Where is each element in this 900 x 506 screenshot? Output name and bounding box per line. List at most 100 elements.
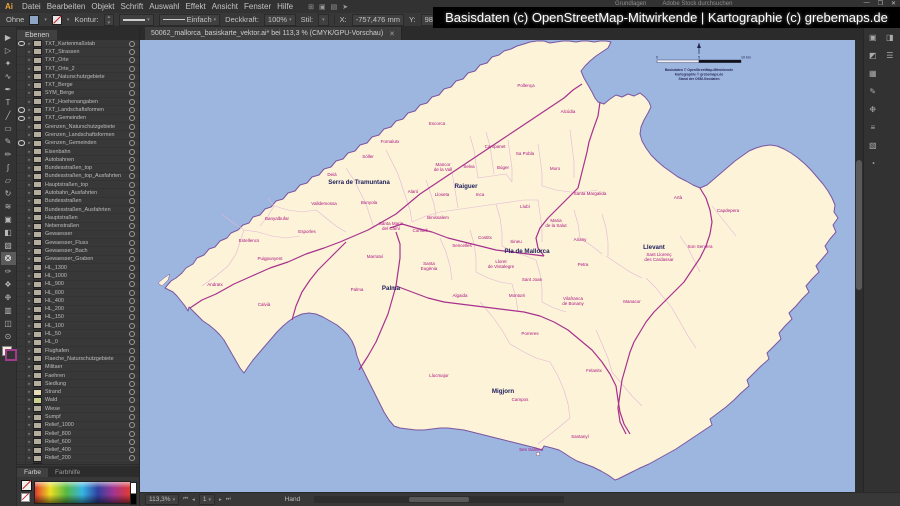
layer-row[interactable]: ▸Relief_150	[17, 463, 139, 464]
expand-arrow-icon[interactable]: ▸	[26, 447, 33, 453]
layer-row[interactable]: ▸Nebenstraßen	[17, 223, 139, 231]
layer-row[interactable]: ▸Bundesstraßen	[17, 198, 139, 206]
layer-row[interactable]: ▸Wiese	[17, 405, 139, 413]
visibility-eye-icon[interactable]	[17, 297, 26, 304]
layer-name[interactable]: HL_600	[45, 290, 129, 296]
target-circle-icon[interactable]	[129, 140, 135, 146]
target-circle-icon[interactable]	[129, 66, 135, 72]
layer-row[interactable]: ▸Grenzen_Gemeinden	[17, 140, 139, 148]
expand-arrow-icon[interactable]: ▸	[26, 173, 33, 179]
target-circle-icon[interactable]	[129, 314, 135, 320]
layer-row[interactable]: ▸Autobahnen	[17, 156, 139, 164]
visibility-eye-icon[interactable]	[17, 131, 26, 138]
expand-arrow-icon[interactable]: ▸	[26, 215, 33, 221]
menu-datei[interactable]: Datei	[22, 2, 41, 11]
expand-arrow-icon[interactable]: ▸	[26, 364, 33, 370]
bw-ramp[interactable]	[130, 482, 137, 505]
visibility-eye-icon[interactable]	[17, 173, 26, 180]
visibility-eye-icon[interactable]	[17, 397, 26, 404]
visibility-eye-icon[interactable]	[17, 422, 26, 429]
visibility-eye-icon[interactable]	[17, 438, 26, 445]
pen-tool[interactable]: ✒	[1, 83, 16, 96]
target-circle-icon[interactable]	[129, 273, 135, 279]
layer-row[interactable]: ▸ TXT_Kartenmaßstab	[17, 40, 139, 48]
target-circle-icon[interactable]	[129, 124, 135, 130]
layer-row[interactable]: ▸ HL_600	[17, 289, 139, 297]
visibility-eye-icon[interactable]	[17, 364, 26, 371]
layer-row[interactable]: ▸TXT_Naturschutzgebiete	[17, 73, 139, 81]
target-circle-icon[interactable]	[129, 99, 135, 105]
layer-name[interactable]: Relief_400	[45, 447, 129, 453]
expand-arrow-icon[interactable]: ▸	[26, 397, 33, 403]
visibility-eye-icon[interactable]	[17, 463, 26, 464]
opacity-value[interactable]: 100%▾	[264, 14, 296, 26]
menu-schrift[interactable]: Schrift	[121, 2, 144, 11]
document-tab[interactable]: 50062_mallorca_basiskarte_vektor.ai* bei…	[145, 27, 402, 40]
layer-name[interactable]: Autobahn_Ausfahrten	[45, 190, 129, 196]
layer-name[interactable]: Bundesstraßen_Ausfahrten	[45, 207, 129, 213]
layer-row[interactable]: ▸HL_150	[17, 314, 139, 322]
target-circle-icon[interactable]	[129, 207, 135, 213]
layer-name[interactable]: TXT_Hoehenangaben	[45, 99, 129, 105]
symbols-icon[interactable]: ❉	[869, 105, 876, 114]
target-circle-icon[interactable]	[129, 265, 135, 271]
target-circle-icon[interactable]	[129, 455, 135, 461]
layer-row[interactable]: ▸HL_900	[17, 281, 139, 289]
layer-name[interactable]: Bundesstraßen	[45, 198, 129, 204]
visibility-eye-icon[interactable]	[17, 73, 26, 80]
transparency-icon[interactable]: ◔	[870, 159, 875, 168]
target-circle-icon[interactable]	[129, 323, 135, 329]
menu-auswahl[interactable]: Auswahl	[149, 2, 179, 11]
layer-row[interactable]: ▸Relief_800	[17, 430, 139, 438]
expand-arrow-icon[interactable]: ▸	[26, 41, 33, 47]
target-circle-icon[interactable]	[129, 397, 135, 403]
artboard-tool[interactable]: ◫	[1, 317, 16, 330]
layer-row[interactable]: ▸Siedlung	[17, 380, 139, 388]
target-circle-icon[interactable]	[129, 389, 135, 395]
visibility-eye-icon[interactable]	[17, 231, 26, 238]
expand-arrow-icon[interactable]: ▸	[26, 314, 33, 320]
tab-farbhilfe[interactable]: Farbhilfe	[48, 468, 87, 477]
layer-name[interactable]: Faehren	[45, 373, 129, 379]
target-circle-icon[interactable]	[129, 248, 135, 254]
visibility-eye-icon[interactable]	[17, 181, 26, 188]
symbol-sprayer-tool[interactable]: ❉	[1, 291, 16, 304]
visibility-eye-icon[interactable]	[17, 90, 26, 97]
tab-farbe[interactable]: Farbe	[17, 468, 48, 477]
pencil-tool[interactable]: ✏	[1, 148, 16, 161]
expand-arrow-icon[interactable]: ▸	[26, 323, 33, 329]
target-circle-icon[interactable]	[129, 157, 135, 163]
target-circle-icon[interactable]	[129, 414, 135, 420]
visibility-eye-icon[interactable]	[17, 355, 26, 362]
stroke-weight-stepper[interactable]: ▴▾	[104, 14, 115, 26]
expand-arrow-icon[interactable]: ▸	[26, 223, 33, 229]
gradient-tool[interactable]: ▧	[1, 239, 16, 252]
layer-row[interactable]: ▸Gewaesser_Bach	[17, 247, 139, 255]
layer-name[interactable]: Militaer	[45, 364, 129, 370]
visibility-eye-icon[interactable]	[17, 256, 26, 263]
target-circle-icon[interactable]	[129, 90, 135, 96]
horizontal-scrollbar[interactable]	[314, 496, 564, 503]
artboard-number-field[interactable]: 1▾	[199, 494, 215, 505]
layer-name[interactable]: Sumpf	[45, 414, 129, 420]
target-circle-icon[interactable]	[129, 215, 135, 221]
expand-arrow-icon[interactable]: ▸	[26, 290, 33, 296]
lasso-tool[interactable]: ∿	[1, 70, 16, 83]
layer-name[interactable]: Bundesstraßen_top_Ausfahrten	[45, 173, 129, 179]
toolbar-fill-stroke[interactable]	[2, 346, 14, 358]
gradient-icon[interactable]: ▧	[869, 141, 877, 150]
layer-name[interactable]: Flughafen	[45, 348, 129, 354]
layer-name[interactable]: TXT_Kartenmaßstab	[45, 41, 129, 47]
layer-row[interactable]: ▸Gewaesser	[17, 231, 139, 239]
expand-arrow-icon[interactable]: ▸	[26, 414, 33, 420]
expand-arrow-icon[interactable]: ▸	[26, 406, 33, 412]
layer-name[interactable]: Bundesstraßen_top	[45, 165, 129, 171]
target-circle-icon[interactable]	[129, 422, 135, 428]
layer-row[interactable]: ▸Gewaesser_Fluss	[17, 239, 139, 247]
target-circle-icon[interactable]	[129, 132, 135, 138]
target-circle-icon[interactable]	[129, 115, 135, 121]
visibility-eye-icon[interactable]	[17, 164, 26, 171]
visibility-eye-icon[interactable]	[17, 48, 26, 55]
target-circle-icon[interactable]	[129, 298, 135, 304]
target-circle-icon[interactable]	[129, 165, 135, 171]
